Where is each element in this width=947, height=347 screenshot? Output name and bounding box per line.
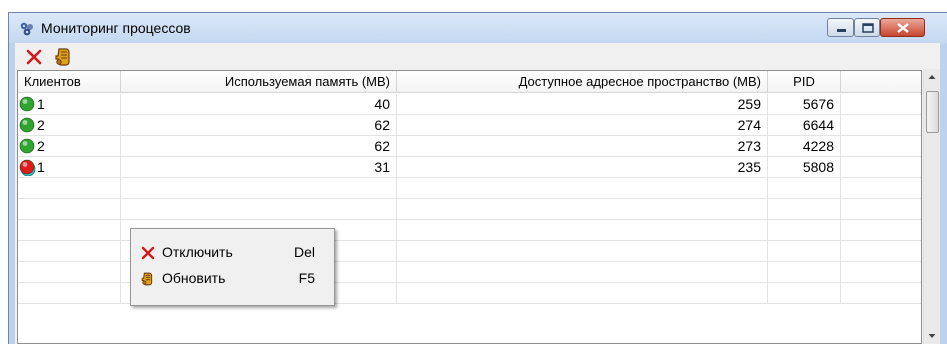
table-row[interactable]: 2 62 273 4228 (18, 136, 921, 157)
column-header-empty[interactable] (841, 71, 921, 93)
cell-clients (18, 241, 121, 262)
status-green-icon (19, 138, 35, 154)
context-menu-item-disconnect[interactable]: Отключить Del (134, 241, 331, 265)
cell-empty (841, 94, 921, 115)
cell-empty (841, 220, 921, 241)
table-row-empty (18, 199, 921, 220)
cell-empty (841, 283, 921, 304)
vertical-scrollbar[interactable] (923, 69, 940, 344)
cell-memory: 62 (121, 136, 397, 157)
cell-pid (768, 283, 841, 304)
cell-pid (768, 220, 841, 241)
status-green-icon (19, 117, 35, 133)
column-header-clients[interactable]: Клиентов (18, 71, 121, 93)
cell-pid: 5808 (768, 157, 841, 178)
processes-app-icon (19, 21, 35, 37)
cell-clients (18, 199, 121, 220)
cell-empty (841, 115, 921, 136)
cell-clients (18, 220, 121, 241)
cell-pid: 6644 (768, 115, 841, 136)
cell-memory: 40 (121, 94, 397, 115)
column-header-address-space[interactable]: Доступное адресное пространство (MB) (397, 71, 768, 93)
close-button[interactable] (880, 18, 925, 37)
disconnect-toolbar-button[interactable] (23, 46, 45, 68)
cell-empty (841, 199, 921, 220)
cell-address-space: 259 (397, 94, 768, 115)
toolbar (15, 43, 924, 69)
cell-memory (121, 178, 397, 199)
cell-clients (18, 262, 121, 283)
cell-pid: 4228 (768, 136, 841, 157)
minimize-button[interactable] (827, 18, 854, 37)
context-menu-shortcut: Del (293, 244, 315, 260)
cell-empty (841, 262, 921, 283)
table-header: Клиентов Используемая память (MB) Доступ… (18, 71, 921, 94)
cell-pid (768, 199, 841, 220)
cell-clients (18, 178, 121, 199)
cell-clients (18, 283, 121, 304)
cell-empty (841, 178, 921, 199)
cell-address-space (397, 262, 768, 283)
cell-memory (121, 199, 397, 220)
column-header-memory[interactable]: Используемая память (MB) (121, 71, 397, 93)
refresh-hand-icon (55, 48, 70, 66)
status-green-icon (19, 96, 35, 112)
table-row-empty (18, 178, 921, 199)
context-menu-label: Обновить (162, 270, 226, 286)
title-bar[interactable]: Мониторинг процессов (9, 13, 947, 43)
status-red-icon (19, 159, 36, 176)
column-header-pid[interactable]: PID (768, 71, 841, 93)
cell-pid: 5676 (768, 94, 841, 115)
red-x-icon (140, 245, 156, 261)
cell-empty (841, 157, 921, 178)
table-row[interactable]: 1 40 259 5676 (18, 94, 921, 115)
context-menu-shortcut: F5 (298, 270, 315, 286)
cell-empty (841, 241, 921, 262)
table-row[interactable]: 1 31 235 5808 (18, 157, 921, 178)
cell-memory: 62 (121, 115, 397, 136)
cell-address-space (397, 220, 768, 241)
cell-pid (768, 178, 841, 199)
context-menu-item-refresh[interactable]: Обновить F5 (134, 267, 331, 291)
red-x-icon (26, 49, 42, 65)
cell-address-space: 273 (397, 136, 768, 157)
cell-empty (841, 136, 921, 157)
context-menu-label: Отключить (162, 244, 233, 260)
scrollbar-thumb[interactable] (926, 91, 939, 133)
refresh-toolbar-button[interactable] (53, 46, 75, 68)
window-title: Мониторинг процессов (41, 20, 191, 36)
table-row[interactable]: 2 62 274 6644 (18, 115, 921, 136)
cell-address-space (397, 283, 768, 304)
maximize-button[interactable] (854, 18, 880, 37)
minimize-icon (837, 29, 846, 32)
cell-pid (768, 262, 841, 283)
cell-address-space: 235 (397, 157, 768, 178)
context-menu: Отключить Del Обновить F5 (130, 228, 335, 306)
scroll-up-arrow-icon[interactable] (924, 69, 940, 85)
close-icon (897, 23, 909, 33)
refresh-hand-icon (140, 271, 156, 287)
cell-pid (768, 241, 841, 262)
cell-address-space: 274 (397, 115, 768, 136)
cell-address-space (397, 178, 768, 199)
cell-address-space (397, 241, 768, 262)
cell-memory: 31 (121, 157, 397, 178)
scroll-down-arrow-icon[interactable] (924, 328, 940, 344)
cell-address-space (397, 199, 768, 220)
